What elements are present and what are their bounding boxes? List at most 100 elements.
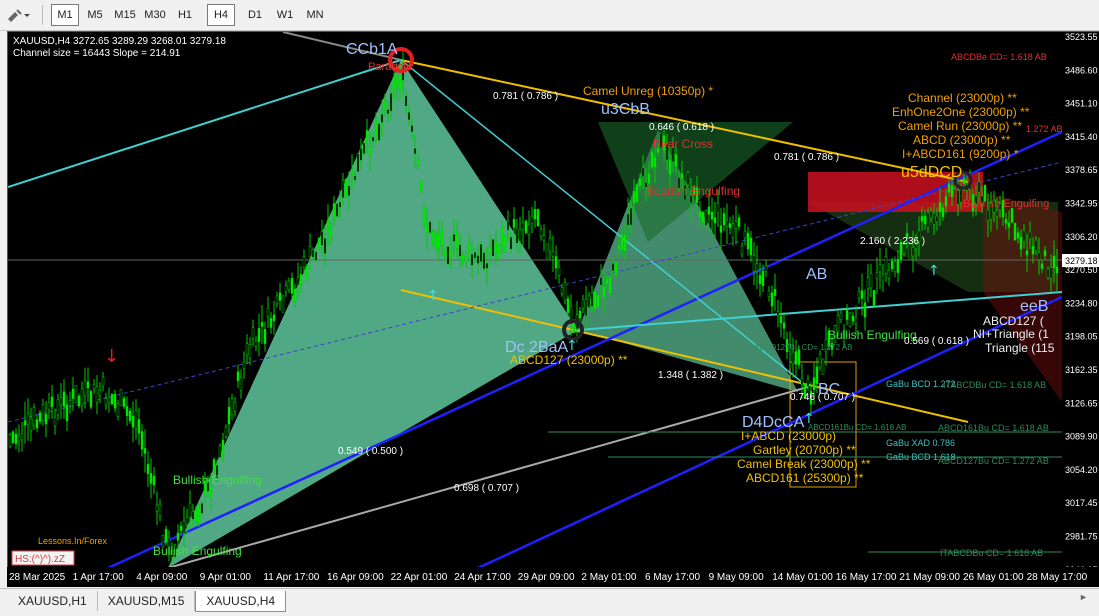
candle-body (140, 431, 144, 450)
candle-body (437, 232, 441, 248)
candle-body (590, 292, 594, 307)
candle-body (131, 415, 135, 428)
candle-body (446, 246, 450, 265)
label-abcd161bu: ABCD161Bu CD= 1.618 AB (938, 423, 1049, 433)
tab-scroll-right-icon[interactable]: ► (1079, 592, 1088, 602)
candle-body (221, 439, 225, 455)
label-eeb: eeB (1020, 298, 1048, 315)
candle-body (851, 315, 855, 322)
candle-body (749, 237, 753, 256)
label-ab: AB (806, 266, 827, 283)
price-tick: 3234.80 (1065, 298, 1098, 308)
candle-body (935, 215, 939, 223)
candle-body (194, 509, 198, 522)
candle-body (719, 225, 723, 233)
drawing-tools-button[interactable] (0, 4, 36, 26)
tab-xauusd-h4[interactable]: XAUUSD,H4 (195, 591, 287, 612)
timeframe-h4[interactable]: H4 (207, 4, 235, 26)
candle-body (86, 381, 90, 389)
label-itabcdbu-2: ITABCDBu CD= 1.618 AB (940, 548, 1043, 558)
timeframe-m30[interactable]: M30 (141, 4, 169, 26)
time-tick: 29 Apr 09:00 (518, 572, 575, 583)
chart-canvas: ↓ ↑ ↑ ↑ ↑ XAUUSD,H4 3272.65 3289.29 3268… (8, 32, 1062, 568)
label-enh: EnhOne2One (23000p) ** (892, 105, 1030, 119)
label-ni-triangle: NI+Triangle (1 (973, 327, 1049, 341)
candle-body (149, 473, 153, 484)
candle-body (473, 252, 477, 259)
candle-body (164, 528, 168, 543)
candle-body (470, 253, 474, 266)
candle-body (344, 179, 348, 197)
candle-body (443, 251, 447, 256)
candle-body (863, 302, 867, 318)
candle-body (335, 203, 339, 217)
tab-xauusd-h1[interactable]: XAUUSD,H1 (8, 591, 98, 611)
candle-body (11, 431, 15, 444)
candle-body (758, 274, 762, 284)
candle-body (581, 299, 585, 309)
candle-body (1034, 239, 1038, 251)
label-iabcd161: I+ABCD161 (9200p) * (902, 147, 1019, 161)
candle-body (563, 282, 567, 301)
chart-symbol-info: XAUUSD,H4 3272.65 3289.29 3268.01 3279.1… (13, 36, 226, 47)
candle-body (362, 142, 366, 154)
candle-body (1037, 252, 1041, 261)
candle-body (107, 397, 111, 403)
candle-body (920, 216, 924, 222)
current-price-label: 3279.18 (1065, 256, 1098, 266)
candle-body (782, 322, 786, 329)
candle-body (188, 502, 192, 518)
candle-body (425, 225, 429, 233)
time-tick: 28 May 17:00 (1027, 572, 1088, 583)
time-tick: 4 Apr 09:00 (136, 572, 188, 583)
timeframe-h1[interactable]: H1 (171, 4, 199, 26)
candle-body (32, 407, 36, 426)
candle-body (746, 232, 750, 250)
candle-body (299, 274, 303, 285)
candle-body (599, 277, 603, 286)
candle-body (332, 203, 336, 219)
candle-body (257, 328, 261, 342)
candle-body (734, 221, 738, 229)
timeframe-m1[interactable]: M1 (51, 4, 79, 26)
candle-body (611, 263, 615, 271)
candle-body (944, 196, 948, 207)
candle-body (740, 245, 744, 255)
candle-body (845, 309, 849, 320)
candle-body (527, 224, 531, 235)
candle-body (218, 445, 222, 458)
timeframe-m5[interactable]: M5 (81, 4, 109, 26)
label-u3cb: u3CbB (601, 101, 650, 118)
tab-group: XAUUSD,H1 XAUUSD,M15 XAUUSD,H4 (8, 589, 287, 612)
price-chart[interactable]: ↓ ↑ ↑ ↑ ↑ XAUUSD,H4 3272.65 3289.29 3268… (7, 31, 1063, 569)
candle-body (605, 278, 609, 285)
timeframe-w1[interactable]: W1 (271, 4, 299, 26)
candle-body (89, 390, 93, 408)
time-tick: 24 Apr 17:00 (454, 572, 511, 583)
price-tick: 3054.20 (1065, 465, 1098, 475)
candle-body (767, 290, 771, 298)
candle-body (272, 314, 276, 322)
time-tick: 26 May 01:00 (963, 572, 1024, 583)
candle-body (551, 251, 555, 257)
candle-body (707, 206, 711, 215)
timeframe-m15[interactable]: M15 (111, 4, 139, 26)
label-abcd161: ABCD161 (25300p) ** (746, 471, 864, 485)
timeframe-mn[interactable]: MN (301, 4, 329, 26)
candle-body (956, 190, 960, 205)
candle-body (515, 228, 519, 244)
candle-body (1019, 236, 1023, 250)
timeframe-d1[interactable]: D1 (241, 4, 269, 26)
candle-body (296, 277, 300, 286)
candle-body (104, 398, 108, 405)
candle-body (860, 290, 864, 299)
candle-body (392, 76, 396, 92)
candle-body (179, 525, 183, 531)
candle-body (323, 238, 327, 254)
candle-body (854, 317, 858, 325)
candle-body (632, 191, 636, 204)
candle-body (440, 229, 444, 247)
tab-xauusd-m15[interactable]: XAUUSD,M15 (98, 591, 196, 611)
candle-body (533, 209, 537, 220)
candle-body (389, 92, 393, 112)
